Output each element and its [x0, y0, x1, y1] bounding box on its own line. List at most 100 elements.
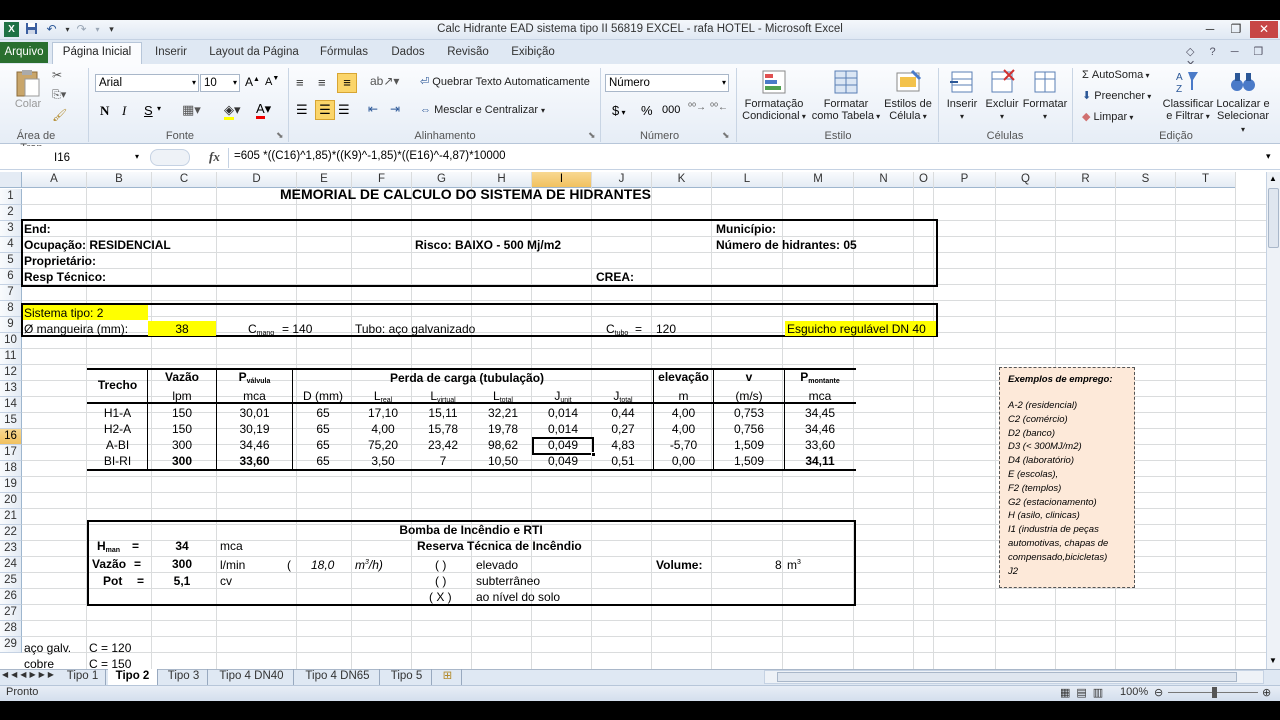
select-all-corner[interactable]	[0, 172, 22, 188]
table-cell-v[interactable]: 1,509	[714, 453, 784, 469]
merge-center-button[interactable]: ⇔ Mesclar e Centralizar ▾	[420, 104, 545, 117]
row-header-13[interactable]: 13	[0, 381, 22, 397]
paste-button[interactable]: Colar	[8, 68, 48, 110]
new-sheet-icon[interactable]: ⊞	[434, 669, 462, 685]
undo-dropdown-icon[interactable]: ▾	[60, 22, 75, 37]
table-cell-elev[interactable]: 4,00	[654, 421, 713, 437]
row-header-2[interactable]: 2	[0, 205, 22, 221]
table-cell-elev[interactable]: 4,00	[654, 405, 713, 421]
row-header-26[interactable]: 26	[0, 589, 22, 605]
row-header-20[interactable]: 20	[0, 493, 22, 509]
wrap-text-button[interactable]: ⏎ Quebrar Texto Automaticamente	[420, 76, 590, 89]
copy-icon[interactable]: ⎘▾	[52, 88, 66, 102]
save-icon[interactable]	[24, 22, 39, 37]
italic-button[interactable]: I	[122, 103, 126, 119]
row-header-5[interactable]: 5	[0, 253, 22, 269]
table-cell-lreal[interactable]: 75,20	[353, 437, 413, 453]
row-header-12[interactable]: 12	[0, 365, 22, 381]
row-header-9[interactable]: 9	[0, 317, 22, 333]
row-header-8[interactable]: 8	[0, 301, 22, 317]
delete-cells-button[interactable]: Excluir ▾	[984, 68, 1020, 123]
column-header-r[interactable]: R	[1056, 172, 1116, 188]
table-cell-d[interactable]: 65	[293, 437, 353, 453]
row-header-4[interactable]: 4	[0, 237, 22, 253]
column-header-l[interactable]: L	[712, 172, 783, 188]
view-buttons[interactable]: ▦▤▥	[1060, 686, 1109, 699]
chevron-down-icon[interactable]: ▾	[157, 104, 161, 113]
row-header-28[interactable]: 28	[0, 621, 22, 637]
table-cell-lvirt[interactable]: 15,78	[413, 421, 473, 437]
column-header-t[interactable]: T	[1176, 172, 1236, 188]
format-painter-icon[interactable]: 🖌	[52, 108, 67, 122]
tab-home[interactable]: Página Inicial	[52, 42, 142, 65]
row-header-16[interactable]: 16	[0, 429, 22, 445]
column-header-b[interactable]: B	[87, 172, 152, 188]
table-cell-pv[interactable]: 34,46	[217, 437, 292, 453]
borders-icon[interactable]: ▦▾	[182, 102, 201, 118]
cut-icon[interactable]: ✂	[52, 68, 62, 82]
row-header-6[interactable]: 6	[0, 269, 22, 285]
opt3-mark[interactable]: ( X )	[429, 589, 452, 605]
table-cell-jtot[interactable]: 0,51	[593, 453, 653, 469]
spreadsheet-grid[interactable]: ABCDEFGHIJKLMNOPQRST 1 2 3 4 5 6 7 8 9 10 11 12 13 14…	[0, 172, 1266, 669]
shrink-font-icon[interactable]: A▼	[265, 75, 279, 88]
row-header-3[interactable]: 3	[0, 221, 22, 237]
fill-handle[interactable]	[591, 452, 596, 457]
table-cell-jtot[interactable]: 0,27	[593, 421, 653, 437]
exemplos-note[interactable]: Exemplos de emprego: A-2 (residencial) C2…	[999, 367, 1135, 588]
sheet-tab-tipo2[interactable]: Tipo 2	[108, 669, 158, 685]
table-cell-pm[interactable]: 34,46	[785, 421, 855, 437]
table-cell-lvirt[interactable]: 23,42	[413, 437, 473, 453]
currency-button[interactable]: $ ▾	[612, 103, 625, 118]
zoom-in-icon[interactable]: ⊕	[1262, 686, 1271, 699]
conditional-formatting-button[interactable]: Formatação Condicional ▾	[740, 68, 808, 123]
column-header-s[interactable]: S	[1116, 172, 1176, 188]
undo-icon[interactable]: ↶	[44, 22, 59, 37]
font-name-combo[interactable]: Arial ▾	[95, 74, 199, 92]
scroll-down-icon[interactable]: ▼	[1269, 656, 1277, 665]
row-header-7[interactable]: 7	[0, 285, 22, 301]
opt2-mark[interactable]: ( )	[435, 573, 446, 589]
decrease-indent-icon[interactable]: ⇤	[368, 102, 378, 116]
table-cell-lreal[interactable]: 17,10	[353, 405, 413, 421]
sheet-tab-tipo5[interactable]: Tipo 5	[382, 669, 432, 685]
tab-insert[interactable]: Inserir	[146, 43, 196, 64]
opt1-mark[interactable]: ( )	[435, 557, 446, 573]
tab-data[interactable]: Dados	[384, 43, 432, 64]
table-cell-trecho[interactable]: H2-A	[88, 421, 147, 437]
tab-page-layout[interactable]: Layout da Página	[204, 43, 304, 64]
font-color-icon[interactable]: A▾	[256, 101, 271, 119]
h-scroll-thumb[interactable]	[777, 672, 1237, 682]
table-cell-v[interactable]: 1,509	[714, 437, 784, 453]
mangueira-value[interactable]: 38	[148, 321, 216, 337]
table-cell-d[interactable]: 65	[293, 421, 353, 437]
dialog-launcher-icon[interactable]: ⬊	[722, 130, 730, 141]
row-header-22[interactable]: 22	[0, 525, 22, 541]
table-cell-junit[interactable]: 0,014	[533, 421, 593, 437]
insert-function-button[interactable]: fx	[209, 149, 220, 165]
row-header-18[interactable]: 18	[0, 461, 22, 477]
increase-decimal-icon[interactable]: ⁰⁰→	[688, 102, 706, 113]
decrease-decimal-icon[interactable]: ⁰⁰←	[710, 102, 728, 113]
table-cell-d[interactable]: 65	[293, 405, 353, 421]
vertical-scrollbar[interactable]: ▲ ▼	[1266, 172, 1280, 669]
table-cell-vazao[interactable]: 150	[148, 405, 216, 421]
autosum-button[interactable]: Σ AutoSoma ▾	[1082, 69, 1149, 82]
name-box[interactable]: I16	[2, 148, 147, 168]
row-header-24[interactable]: 24	[0, 557, 22, 573]
sheet-tab-tipo3[interactable]: Tipo 3	[160, 669, 208, 685]
sheet-tab-tipo1[interactable]: Tipo 1	[60, 669, 106, 685]
column-header-p[interactable]: P	[934, 172, 996, 188]
tab-formulas[interactable]: Fórmulas	[312, 43, 376, 64]
fill-button[interactable]: ⬇ Preencher ▾	[1082, 90, 1151, 103]
sheet-nav-icons[interactable]: ◀◀◀▶▶▶	[2, 670, 57, 679]
row-header-10[interactable]: 10	[0, 333, 22, 349]
tab-file[interactable]: Arquivo	[0, 42, 48, 63]
row-header-29[interactable]: 29	[0, 637, 22, 653]
row-header-19[interactable]: 19	[0, 477, 22, 493]
align-top-icon[interactable]: ≡	[296, 75, 304, 90]
table-cell-pm[interactable]: 34,45	[785, 405, 855, 421]
zoom-level[interactable]: 100%	[1120, 686, 1148, 698]
customize-icon[interactable]: ▾	[104, 22, 119, 37]
percent-button[interactable]: %	[641, 103, 653, 118]
